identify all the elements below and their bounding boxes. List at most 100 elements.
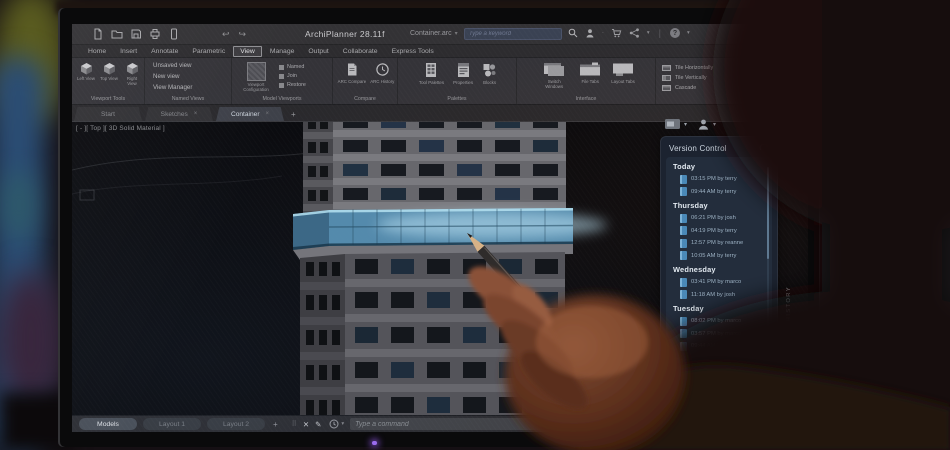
ribbon: Left View Top View Right View Viewport T… <box>72 58 808 105</box>
version-entry[interactable]: 06:21 PM by josh <box>680 214 764 223</box>
scrollbar-thumb[interactable] <box>767 167 769 259</box>
tab-layout-2[interactable]: Layout 2 <box>207 418 265 430</box>
right-view-button[interactable]: Right View <box>122 62 142 86</box>
sketches-history-tab[interactable]: SKETCHES HISTORY <box>784 286 793 381</box>
viewport-config-icon <box>247 62 266 81</box>
help-icon[interactable]: ? <box>670 28 680 38</box>
tab-layout-1[interactable]: Layout 1 <box>143 418 201 430</box>
day-header: Today <box>673 162 764 171</box>
undo-icon[interactable]: ↩ <box>222 30 230 39</box>
scrollbar[interactable] <box>767 167 769 379</box>
redo-icon[interactable]: ↪ <box>239 30 247 39</box>
arc-compare-button[interactable]: ARC Compare <box>338 62 367 84</box>
command-history-dropdown[interactable]: ▾ <box>329 419 344 429</box>
viewport-status-label: [ - ][ Top ][ 3D Solid Material ] <box>76 125 165 132</box>
version-entry[interactable]: 09:44 AM by terry <box>680 187 764 196</box>
version-entry[interactable]: 03:41 PM by marco <box>680 278 764 287</box>
submit-command-button[interactable]: ▲ <box>596 418 628 430</box>
viewport-configuration-button[interactable]: Viewport Configuration <box>238 62 274 92</box>
unsaved-view-item[interactable]: Unsaved view <box>153 61 231 72</box>
arc-history-button[interactable]: ARC History <box>370 62 394 84</box>
menu-tab-parametric[interactable]: Parametric <box>186 47 231 56</box>
menu-tab-home[interactable]: Home <box>82 47 112 56</box>
version-entry[interactable]: 04:19 PM by terry <box>680 226 764 235</box>
new-file-icon[interactable] <box>92 28 104 40</box>
search-input[interactable] <box>464 28 562 40</box>
version-entry[interactable]: 09:44 AM by terry <box>680 342 764 351</box>
edit-pencil-icon[interactable]: ✎ <box>315 420 321 429</box>
layout-tabs-icon <box>612 62 634 77</box>
bottom-bar: Models Layout 1 Layout 2 + ⠿ ✕ ✎ ▾ ▲ <box>72 415 808 432</box>
command-input[interactable] <box>350 418 596 430</box>
blocks-button[interactable]: Blocks <box>482 62 497 85</box>
close-icon[interactable]: × <box>266 111 270 117</box>
menu-tab-annotate[interactable]: Annotate <box>145 47 184 56</box>
cascade-item[interactable]: Cascade <box>662 85 730 91</box>
version-entry[interactable]: 03:57 PM by marco <box>680 329 764 338</box>
file-version-icon <box>680 329 687 338</box>
file-tabs-icon <box>579 62 601 77</box>
share-network-icon[interactable] <box>629 28 640 38</box>
chevron-down-icon: ▾ <box>684 121 687 128</box>
top-view-button[interactable]: Top View <box>99 62 119 86</box>
version-entry[interactable]: 11:18 AM by josh <box>680 290 764 299</box>
save-icon[interactable] <box>130 28 142 40</box>
user-icon[interactable] <box>585 28 595 38</box>
dot-separator: · <box>602 30 604 36</box>
search-icon[interactable] <box>568 28 578 38</box>
add-layout-button[interactable]: + <box>273 420 278 429</box>
version-entry[interactable]: 08:02 PM by marco <box>680 317 764 326</box>
left-view-button[interactable]: Left View <box>76 62 96 86</box>
tile-vertically-item[interactable]: Tile Vertically <box>662 75 730 81</box>
drag-handle-icon[interactable]: ⠿ <box>292 420 297 428</box>
version-entry[interactable]: 12:57 PM by reanne <box>680 239 764 248</box>
add-tab-button[interactable]: + <box>291 110 296 119</box>
print-icon[interactable] <box>149 28 161 40</box>
view-manager-item[interactable]: View Manager <box>153 83 231 94</box>
menu-tab-insert[interactable]: Insert <box>114 47 143 56</box>
menu-tab-collaborate[interactable]: Collaborate <box>337 47 384 56</box>
ribbon-group-label: Palettes <box>398 96 516 102</box>
menu-tab-view[interactable]: View <box>233 46 262 57</box>
tab-sketches[interactable]: Sketches× <box>145 107 213 121</box>
named-viewport-item[interactable]: Named <box>279 64 306 70</box>
switch-windows-button[interactable]: Switch Windows <box>539 62 569 89</box>
background-bokeh-blue <box>0 56 46 450</box>
version-control-panel: Version Control Today 03:15 PM by terry … <box>660 136 778 404</box>
tool-palettes-button[interactable]: Tool Palettes <box>419 62 444 85</box>
version-entry[interactable]: 01:00 PM by josh <box>680 368 764 377</box>
ribbon-group-palettes: Tool Palettes Properties Blocks Palettes <box>398 58 516 104</box>
file-version-icon <box>680 342 687 351</box>
cart-icon[interactable] <box>611 28 622 38</box>
new-view-item[interactable]: New view <box>153 72 231 83</box>
chevron-down-icon[interactable]: ▾ <box>647 30 650 36</box>
layout-tabs-button[interactable]: Layout Tabs <box>611 62 635 89</box>
file-version-icon <box>680 239 687 248</box>
mobile-device-icon[interactable] <box>168 28 180 40</box>
document-name[interactable]: Container.arc▾ <box>410 30 458 37</box>
restore-viewport-item[interactable]: Restore <box>279 82 306 88</box>
ribbon-group-viewport-tools: Left View Top View Right View Viewport T… <box>72 58 144 104</box>
menu-tab-output[interactable]: Output <box>302 47 334 56</box>
cancel-icon[interactable]: ✕ <box>303 420 309 429</box>
tab-container[interactable]: Container× <box>216 107 284 121</box>
day-header: Thursday <box>673 201 764 210</box>
menu-tab-express-tools[interactable]: Express Tools <box>386 47 440 56</box>
open-folder-icon[interactable] <box>111 28 123 40</box>
tab-start[interactable]: Start <box>74 107 142 121</box>
file-tabs-button[interactable]: File Tabs <box>579 62 601 89</box>
user-dropdown[interactable]: ▾ <box>697 118 716 130</box>
version-entry[interactable]: 03:15 PM by terry <box>680 175 764 184</box>
tab-models[interactable]: Models <box>79 418 137 430</box>
menu-tab-manage[interactable]: Manage <box>264 47 301 56</box>
join-viewport-item[interactable]: Join <box>279 73 306 79</box>
version-entry[interactable]: 10:05 AM by terry <box>680 251 764 260</box>
tile-horizontally-item[interactable]: Tile Horizontally <box>662 65 730 71</box>
close-icon[interactable]: × <box>194 111 198 117</box>
chevron-down-icon[interactable]: ▾ <box>687 30 690 36</box>
sketches-history-label: SKETCHES HISTORY <box>786 286 792 367</box>
divider: | <box>659 28 661 38</box>
refresh-icon[interactable] <box>759 143 769 153</box>
properties-button[interactable]: Properties <box>453 62 473 85</box>
view-mode-dropdown[interactable]: ▾ <box>664 118 687 130</box>
